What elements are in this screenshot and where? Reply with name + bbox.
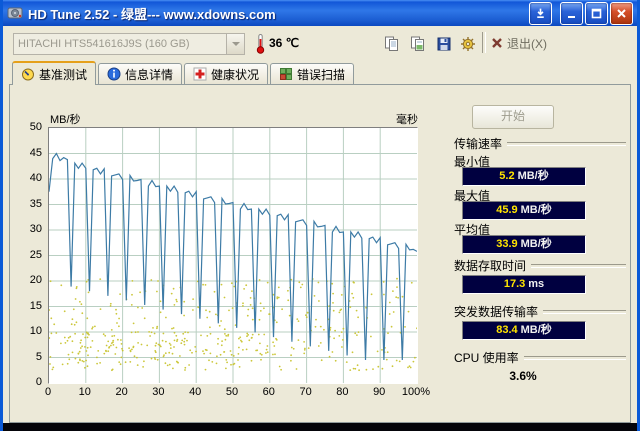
- gauge-icon: [22, 68, 34, 81]
- tab-info-label: 信息详情: [125, 67, 174, 82]
- gear-icon: [461, 36, 475, 51]
- x-tick-label: 40: [189, 386, 202, 398]
- transfer-rate-group-label: 传输速率: [454, 137, 503, 151]
- burst-rate-unit: MB/秒: [520, 324, 552, 336]
- x-tick-label: 0: [44, 386, 52, 398]
- drive-select-value: HITACHI HTS541616J9S (160 GB): [18, 38, 190, 50]
- maximize-button[interactable]: [585, 1, 608, 25]
- max-value-box: 45.9 MB/秒: [462, 201, 586, 220]
- exit-x-icon: [492, 38, 502, 48]
- y-tick-label: 40: [29, 172, 42, 184]
- tab-error-scan[interactable]: 错误扫描: [270, 63, 355, 84]
- benchmark-plot: [48, 127, 418, 384]
- y-tick-label: 10: [29, 325, 42, 337]
- min-value: 5.2: [499, 170, 515, 182]
- y-axis-labels: 50 45 40 35 30 25 20 15 10 5 0: [14, 121, 44, 388]
- x-tick-label: 100%: [401, 386, 431, 398]
- chevron-down-icon: [226, 34, 244, 54]
- hdtune-window: HD Tune 2.52 - 绿盟--- www.xdowns.com HITA…: [0, 0, 640, 431]
- min-value-box: 5.2 MB/秒: [462, 167, 586, 186]
- copy-icon: [385, 36, 398, 51]
- transfer-rate-group: 传输速率: [454, 135, 626, 152]
- avg-unit: MB/秒: [520, 238, 552, 250]
- y-tick-label: 0: [35, 376, 42, 388]
- thermometer-icon: [255, 33, 266, 59]
- y-tick-label: 35: [29, 197, 42, 210]
- exit-label: 退出(X): [507, 36, 547, 51]
- y-left-axis-unit: MB/秒: [50, 114, 81, 126]
- y-tick-label: 5: [35, 350, 42, 363]
- min-unit: MB/秒: [517, 170, 549, 182]
- download-button[interactable]: [529, 1, 552, 25]
- max-value: 45.9: [496, 204, 518, 216]
- access-time-value-box: 17.3 ms: [462, 275, 586, 294]
- burst-rate-group: 突发数据传输率: [454, 303, 626, 320]
- options-button[interactable]: [455, 31, 481, 56]
- window-bottom-bar: [3, 423, 637, 431]
- tab-health[interactable]: 健康状况: [184, 63, 269, 84]
- x-tick-label: 60: [262, 386, 275, 398]
- drive-select[interactable]: HITACHI HTS541616J9S (160 GB): [13, 33, 245, 55]
- scan-blocks-icon: [280, 68, 293, 80]
- y-tick-label: 45: [29, 146, 42, 159]
- toolbar-separator: [482, 32, 486, 53]
- burst-rate-value-box: 83.4 MB/秒: [462, 321, 586, 340]
- y-tick-label: 50: [29, 121, 42, 133]
- x-axis-labels: 0 10 20 30 40 50 60 70 80 90 100%: [44, 386, 430, 400]
- temperature-value: 36 ℃: [269, 36, 300, 50]
- benchmark-chart: [49, 128, 417, 383]
- x-tick-label: 90: [373, 386, 386, 398]
- tab-health-label: 健康状况: [211, 67, 260, 82]
- y-tick-label: 25: [29, 248, 42, 261]
- info-icon: [107, 67, 121, 81]
- toolbar: HITACHI HTS541616J9S (160 GB) 36 ℃ 退出(X): [3, 26, 637, 60]
- copy-image-button[interactable]: [405, 31, 431, 56]
- cpu-usage-value: 3.6%: [509, 369, 537, 383]
- avg-value: 33.9: [496, 238, 518, 250]
- x-tick-label: 20: [115, 386, 128, 398]
- y-tick-label: 15: [29, 299, 42, 312]
- tab-info[interactable]: 信息详情: [98, 63, 183, 84]
- benchmark-panel: MB/秒 毫秒 50 45 40 35 30 25 20 15 10 5 0 0 10 20 30 40 50…: [9, 84, 631, 423]
- burst-rate-label: 突发数据传输率: [454, 305, 539, 319]
- save-icon: [437, 37, 451, 50]
- max-unit: MB/秒: [520, 204, 552, 216]
- cpu-usage-label: CPU 使用率: [454, 351, 519, 365]
- avg-value-box: 33.9 MB/秒: [462, 235, 586, 254]
- y-tick-label: 30: [29, 223, 42, 235]
- x-tick-label: 50: [225, 386, 239, 398]
- close-button[interactable]: [610, 1, 633, 25]
- x-tick-label: 80: [336, 386, 349, 398]
- burst-rate-value: 83.4: [496, 324, 518, 336]
- access-time-unit: ms: [528, 278, 545, 290]
- start-button[interactable]: 开始: [472, 105, 554, 129]
- tab-benchmark-label: 基准测试: [39, 67, 88, 82]
- health-cross-icon: [193, 67, 207, 81]
- save-button[interactable]: [431, 31, 457, 56]
- cpu-usage-group: CPU 使用率: [454, 349, 626, 366]
- copy-image-icon: [411, 36, 424, 51]
- minimize-button[interactable]: [560, 1, 583, 25]
- tab-error-scan-label: 错误扫描: [297, 67, 346, 82]
- title-bar: HD Tune 2.52 - 绿盟--- www.xdowns.com: [3, 0, 637, 26]
- x-tick-label: 70: [299, 386, 312, 398]
- y-tick-label: 20: [29, 274, 42, 286]
- window-title: HD Tune 2.52 - 绿盟--- www.xdowns.com: [28, 6, 276, 22]
- tab-bar: 基准测试 信息详情 健康状况 错误扫描: [12, 61, 356, 85]
- exit-button[interactable]: 退出(X): [491, 33, 547, 53]
- y-right-axis-unit: 毫秒: [396, 114, 418, 126]
- app-icon: [7, 5, 23, 21]
- x-tick-label: 10: [78, 386, 91, 398]
- access-time-group: 数据存取时间: [454, 257, 626, 274]
- tab-benchmark[interactable]: 基准测试: [12, 61, 97, 85]
- access-time-value: 17.3: [503, 278, 526, 290]
- x-tick-label: 30: [152, 386, 165, 398]
- access-time-label: 数据存取时间: [454, 259, 527, 273]
- copy-text-button[interactable]: [379, 31, 405, 56]
